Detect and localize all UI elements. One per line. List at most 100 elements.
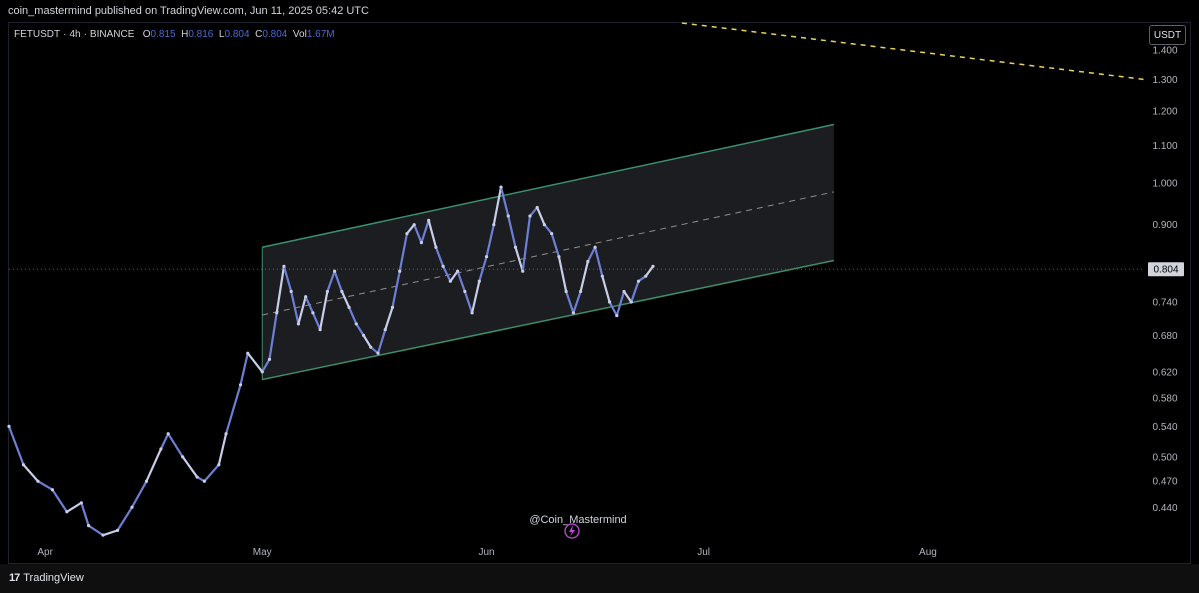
price-point xyxy=(593,245,597,249)
price-point xyxy=(470,311,474,315)
price-point xyxy=(571,311,575,315)
price-point xyxy=(579,289,583,294)
price-point xyxy=(419,241,424,245)
price-tick-label: 0.680 xyxy=(1152,331,1177,342)
price-point xyxy=(181,455,185,459)
price-point xyxy=(636,279,641,283)
price-point xyxy=(477,279,481,283)
price-point xyxy=(79,501,83,505)
time-tick-label: Jul xyxy=(697,547,710,558)
price-point xyxy=(550,231,554,236)
price-tick-label: 1.400 xyxy=(1152,46,1177,57)
price-point xyxy=(434,245,438,249)
price-segment xyxy=(224,383,242,435)
price-point xyxy=(513,245,518,249)
price-segment xyxy=(217,432,228,466)
price-point xyxy=(347,305,351,309)
time-tick-label: May xyxy=(253,547,272,558)
price-point xyxy=(318,328,322,332)
yellow-trendline xyxy=(681,22,1146,81)
price-point xyxy=(361,333,366,337)
footer-bar xyxy=(0,564,1199,593)
price-point xyxy=(340,289,344,294)
price-point xyxy=(564,289,568,294)
price-point xyxy=(412,223,416,227)
tradingview-brand[interactable]: 17 TradingView xyxy=(9,572,84,584)
price-point xyxy=(369,345,373,349)
price-point xyxy=(115,528,120,532)
price-point xyxy=(354,322,358,326)
price-point xyxy=(86,524,91,528)
price-tick-label: 0.540 xyxy=(1152,422,1177,433)
author-watermark: @Coin_Mastermind xyxy=(529,514,626,526)
price-point xyxy=(21,463,26,467)
price-point xyxy=(441,264,445,268)
price-point xyxy=(36,479,40,483)
channel-fill xyxy=(262,124,834,380)
price-segment xyxy=(7,425,25,466)
price-point xyxy=(130,505,134,509)
exchange: BINANCE xyxy=(89,29,135,40)
price-point xyxy=(405,231,409,236)
currency-unit-button[interactable]: USDT xyxy=(1149,25,1186,45)
price-tick-label: 1.300 xyxy=(1152,75,1177,86)
time-tick-label: Jun xyxy=(478,547,494,558)
price-segment xyxy=(167,432,184,458)
price-segment xyxy=(116,506,134,532)
price-point xyxy=(304,295,308,299)
price-point xyxy=(629,300,633,304)
price-tick-label: 1.100 xyxy=(1152,141,1177,152)
price-point xyxy=(238,383,243,387)
brand-name: TradingView xyxy=(23,572,84,584)
price-point xyxy=(50,488,55,492)
symbol-name: FETUSDT xyxy=(14,29,61,40)
price-point xyxy=(267,357,272,361)
price-tick-label: 1.200 xyxy=(1152,107,1177,118)
price-segment xyxy=(239,352,249,386)
price-tick-label: 0.470 xyxy=(1152,477,1177,488)
price-segment xyxy=(22,463,40,483)
open-label: O xyxy=(142,29,151,40)
price-point xyxy=(311,311,315,315)
price-point xyxy=(484,255,489,259)
symbol-legend: FETUSDT · 4h · BINANCE O0.815 H0.816 L0.804 … xyxy=(14,29,335,40)
open-value: 0.815 xyxy=(150,29,176,40)
price-point xyxy=(282,264,286,268)
price-point xyxy=(166,432,170,436)
price-segment xyxy=(36,480,54,491)
price-point xyxy=(195,475,199,479)
price-point xyxy=(333,269,337,273)
price-segment xyxy=(101,529,119,537)
price-point xyxy=(535,205,539,210)
drawings-layer xyxy=(9,22,1146,381)
interval: 4h xyxy=(69,29,81,40)
price-point xyxy=(246,351,250,355)
price-tick-label: 0.580 xyxy=(1152,394,1177,405)
price-point xyxy=(7,424,11,429)
close-value: 0.804 xyxy=(262,29,288,40)
price-point xyxy=(622,289,626,294)
price-point xyxy=(289,289,293,294)
price-point xyxy=(651,264,655,268)
price-point xyxy=(296,322,301,326)
low-value: 0.804 xyxy=(224,29,250,40)
price-segment xyxy=(87,524,105,537)
price-chart[interactable]: 0.440 0.470 0.500 0.540 0.580 0.620 0.680 0.740… xyxy=(0,0,1199,593)
price-point xyxy=(557,255,561,259)
price-point xyxy=(65,510,69,514)
price-point xyxy=(325,289,329,294)
tradingview-logo-icon: 17 xyxy=(9,572,20,584)
price-tick-label: 1.000 xyxy=(1152,179,1177,190)
price-point xyxy=(224,432,228,436)
price-point xyxy=(144,479,149,483)
price-segment xyxy=(65,501,83,513)
price-segment xyxy=(80,501,90,527)
time-axis: Apr May Jun Jul Aug @Coin_Mastermind xyxy=(37,514,936,558)
high-value: 0.816 xyxy=(188,29,214,40)
last-price-label: 0.804 xyxy=(1153,265,1178,276)
price-point xyxy=(159,447,163,451)
price-point xyxy=(586,259,590,264)
price-tick-label: 0.500 xyxy=(1152,452,1177,463)
price-segment xyxy=(203,463,220,483)
price-tick-label: 0.440 xyxy=(1152,503,1177,514)
